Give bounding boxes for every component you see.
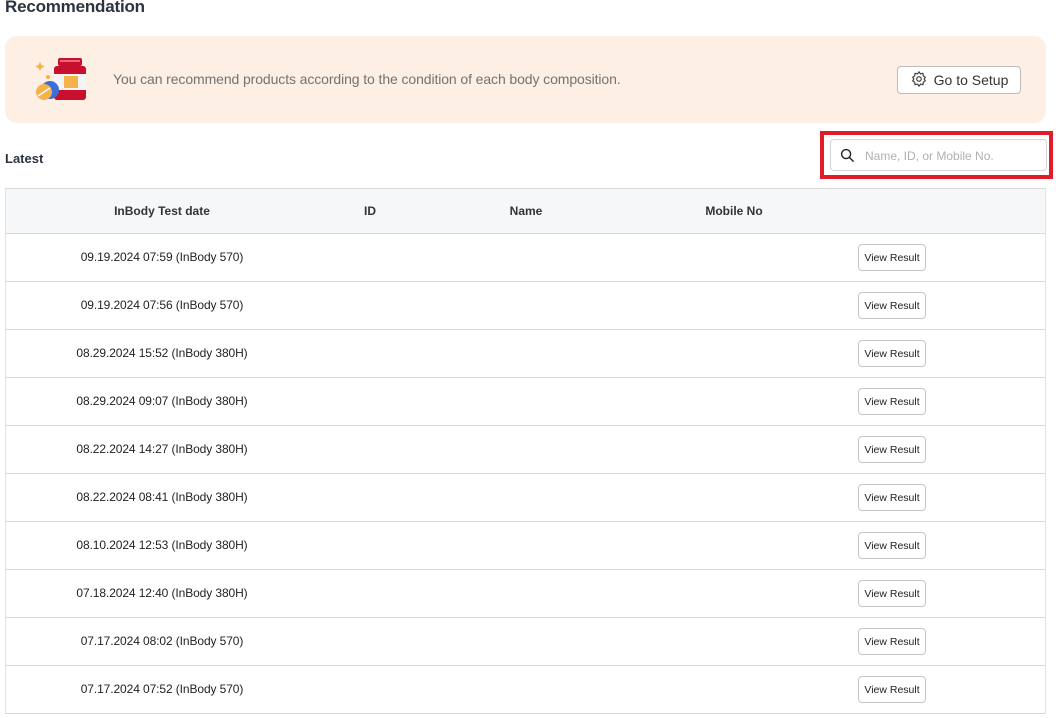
latest-section-label: Latest: [5, 151, 44, 166]
test-date-cell: 09.19.2024 07:59 (InBody 570): [80, 250, 244, 264]
table-row: 07.17.2024 07:52 (InBody 570) View Result: [5, 666, 1046, 714]
go-to-setup-button[interactable]: Go to Setup: [897, 66, 1021, 94]
test-date-cell: 07.17.2024 08:02 (InBody 570): [80, 634, 244, 648]
view-result-button[interactable]: View Result: [858, 244, 926, 271]
table-row: 09.19.2024 07:59 (InBody 570) View Result: [5, 234, 1046, 282]
test-date-cell: 08.10.2024 12:53 (InBody 380H): [76, 538, 248, 552]
search-field[interactable]: [830, 139, 1047, 171]
view-result-button[interactable]: View Result: [858, 580, 926, 607]
table-row: 08.29.2024 15:52 (InBody 380H) View Resul…: [5, 330, 1046, 378]
test-date-cell: 07.18.2024 12:40 (InBody 380H): [76, 586, 248, 600]
header-mobile-no: Mobile No: [705, 204, 763, 218]
view-result-button[interactable]: View Result: [858, 388, 926, 415]
table-row: 08.29.2024 09:07 (InBody 380H) View Resul…: [5, 378, 1046, 426]
supplement-bottle-pills-icon: [30, 54, 86, 104]
gear-icon: [910, 70, 928, 91]
table-row: 09.19.2024 07:56 (InBody 570) View Result: [5, 282, 1046, 330]
test-date-cell: 08.22.2024 08:41 (InBody 380H): [76, 490, 248, 504]
table-row: 08.22.2024 14:27 (InBody 380H) View Resul…: [5, 426, 1046, 474]
banner-text: You can recommend products according to …: [113, 71, 621, 87]
page-title: Recommendation: [5, 0, 145, 16]
table-row: 08.22.2024 08:41 (InBody 380H) View Resul…: [5, 474, 1046, 522]
test-date-cell: 07.17.2024 07:52 (InBody 570): [80, 682, 244, 696]
test-date-cell: 08.22.2024 14:27 (InBody 380H): [76, 442, 248, 456]
go-to-setup-label: Go to Setup: [933, 72, 1009, 88]
header-name: Name: [509, 204, 543, 218]
view-result-button[interactable]: View Result: [858, 436, 926, 463]
view-result-button[interactable]: View Result: [858, 292, 926, 319]
test-date-cell: 08.29.2024 09:07 (InBody 380H): [76, 394, 248, 408]
view-result-button[interactable]: View Result: [858, 340, 926, 367]
table-row: 08.10.2024 12:53 (InBody 380H) View Resul…: [5, 522, 1046, 570]
test-date-cell: 09.19.2024 07:56 (InBody 570): [80, 298, 244, 312]
test-date-cell: 08.29.2024 15:52 (InBody 380H): [76, 346, 248, 360]
header-test-date: InBody Test date: [114, 204, 210, 218]
view-result-button[interactable]: View Result: [858, 676, 926, 703]
view-result-button[interactable]: View Result: [858, 484, 926, 511]
table-body: 09.19.2024 07:59 (InBody 570) View Result…: [5, 234, 1046, 714]
search-input[interactable]: [865, 146, 1040, 165]
header-id: ID: [364, 204, 376, 218]
table-row: 07.18.2024 12:40 (InBody 380H) View Resul…: [5, 570, 1046, 618]
table-row: 07.17.2024 08:02 (InBody 570) View Result: [5, 618, 1046, 666]
info-banner: You can recommend products according to …: [5, 36, 1046, 123]
view-result-button[interactable]: View Result: [858, 532, 926, 559]
view-result-button[interactable]: View Result: [858, 628, 926, 655]
table-header: InBody Test date ID Name Mobile No: [5, 189, 1046, 234]
results-table: InBody Test date ID Name Mobile No 09.19…: [5, 188, 1046, 714]
